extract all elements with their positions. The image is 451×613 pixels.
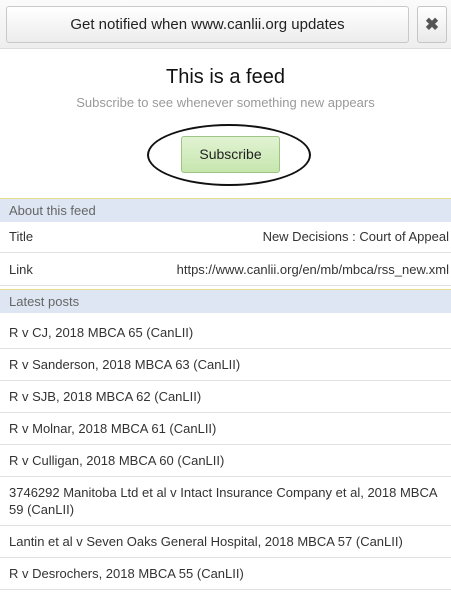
feed-link[interactable]: https://www.canlii.org/en/mb/mbca/rss_ne… bbox=[177, 255, 449, 285]
feed-subtitle: Subscribe to see whenever something new … bbox=[76, 95, 375, 110]
post-item[interactable]: R v Sanderson, 2018 MBCA 63 (CanLII) bbox=[0, 349, 451, 381]
get-notified-button[interactable]: Get notified when www.canlii.org updates bbox=[6, 6, 409, 43]
close-icon[interactable]: ✖ bbox=[417, 6, 447, 43]
feed-title: This is a feed bbox=[166, 66, 285, 88]
post-item[interactable]: 3746292 Manitoba Ltd et al v Intact Insu… bbox=[0, 477, 451, 526]
post-item[interactable]: R v SJB, 2018 MBCA 62 (CanLII) bbox=[0, 381, 451, 413]
about-row-title: Title New Decisions : Court of Appeal bbox=[0, 222, 451, 253]
latest-posts-list: R v CJ, 2018 MBCA 65 (CanLII) R v Sander… bbox=[0, 317, 451, 590]
about-row-link: Link https://www.canlii.org/en/mb/mbca/r… bbox=[0, 255, 451, 286]
post-item[interactable]: R v Desrochers, 2018 MBCA 55 (CanLII) bbox=[0, 558, 451, 590]
post-item[interactable]: Lantin et al v Seven Oaks General Hospit… bbox=[0, 526, 451, 558]
post-item[interactable]: R v Culligan, 2018 MBCA 60 (CanLII) bbox=[0, 445, 451, 477]
notification-bar: Get notified when www.canlii.org updates… bbox=[0, 0, 451, 49]
about-key: Title bbox=[9, 229, 34, 244]
about-key: Link bbox=[9, 262, 33, 277]
subscribe-button[interactable]: Subscribe bbox=[181, 136, 280, 173]
about-feed-heading: About this feed bbox=[0, 198, 451, 222]
latest-posts-heading: Latest posts bbox=[0, 289, 451, 313]
post-item[interactable]: R v CJ, 2018 MBCA 65 (CanLII) bbox=[0, 317, 451, 349]
about-value: New Decisions : Court of Appeal bbox=[262, 229, 449, 244]
post-item[interactable]: R v Molnar, 2018 MBCA 61 (CanLII) bbox=[0, 413, 451, 445]
